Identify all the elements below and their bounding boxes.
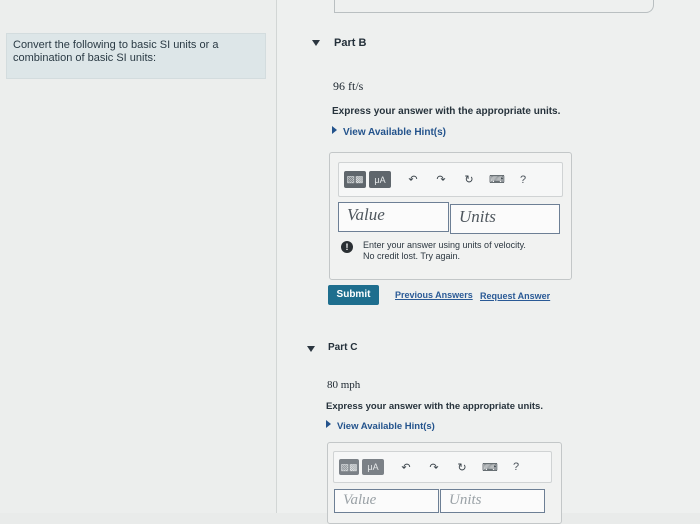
reset-icon[interactable]: ↻ [460, 171, 478, 188]
templates-grid-icon: ▧▩ [346, 174, 364, 184]
units-button[interactable]: μA [362, 459, 384, 475]
part-b-units-input[interactable]: Units [450, 204, 560, 234]
units-button[interactable]: μA [369, 171, 391, 188]
part-c-hint-label: View Available Hint(s) [337, 421, 435, 432]
hint-arrow-icon [332, 126, 337, 134]
part-b-question: 96 ft/s [333, 79, 364, 93]
part-b-error-message: Enter your answer using units of velocit… [363, 240, 526, 262]
part-c-toolbar: ▧▩ μA ↶ ↷ ↻ ⌨ ? [333, 451, 552, 483]
instructions-box: Convert the following to basic SI units … [6, 33, 266, 79]
units-button-label: μA [367, 462, 379, 472]
part-c-title[interactable]: Part C [328, 342, 357, 353]
instructions-line-1: Convert the following to basic SI units … [13, 39, 219, 51]
part-b-value-input[interactable]: Value [338, 202, 449, 232]
templates-button[interactable]: ▧▩ [339, 459, 359, 475]
part-c-hint-link[interactable]: View Available Hint(s) [326, 420, 435, 432]
part-c-units-input[interactable]: Units [440, 489, 545, 513]
redo-icon[interactable]: ↷ [425, 459, 443, 476]
part-c-collapse-caret-icon[interactable] [307, 346, 315, 352]
error-line-1: Enter your answer using units of velocit… [363, 240, 526, 250]
error-line-2: No credit lost. Try again. [363, 251, 461, 261]
part-b-hint-link[interactable]: View Available Hint(s) [332, 126, 446, 138]
templates-button[interactable]: ▧▩ [344, 171, 366, 188]
part-b-instructions: Express your answer with the appropriate… [332, 106, 561, 117]
templates-grid-icon: ▧▩ [340, 461, 358, 472]
keyboard-icon[interactable]: ⌨ [488, 171, 506, 188]
redo-icon[interactable]: ↷ [432, 171, 450, 188]
hint-arrow-icon [326, 420, 331, 428]
error-icon: ! [341, 241, 353, 253]
part-b-toolbar: ▧▩ μA ↶ ↷ ↻ ⌨ ? [338, 162, 563, 197]
units-button-label: μA [374, 174, 386, 185]
part-c-value-input[interactable]: Value [334, 489, 439, 513]
submit-button[interactable]: Submit [328, 285, 379, 305]
reset-icon[interactable]: ↻ [453, 459, 471, 476]
keyboard-icon[interactable]: ⌨ [481, 459, 499, 476]
part-b-title[interactable]: Part B [334, 37, 366, 49]
left-panel: Convert the following to basic SI units … [0, 0, 276, 513]
part-c-question: 80 mph [327, 379, 361, 391]
request-answer-link[interactable]: Request Answer [480, 291, 550, 301]
undo-icon[interactable]: ↶ [397, 459, 415, 476]
part-b-collapse-caret-icon[interactable] [312, 40, 320, 46]
help-icon[interactable]: ? [520, 174, 526, 186]
previous-answers-link[interactable]: Previous Answers [395, 290, 473, 300]
previous-part-frame [334, 0, 654, 13]
part-c-instructions: Express your answer with the appropriate… [326, 401, 543, 412]
help-icon[interactable]: ? [513, 461, 519, 473]
part-b-hint-label: View Available Hint(s) [343, 127, 446, 138]
instructions-line-2: combination of basic SI units: [13, 52, 157, 64]
undo-icon[interactable]: ↶ [404, 171, 422, 188]
